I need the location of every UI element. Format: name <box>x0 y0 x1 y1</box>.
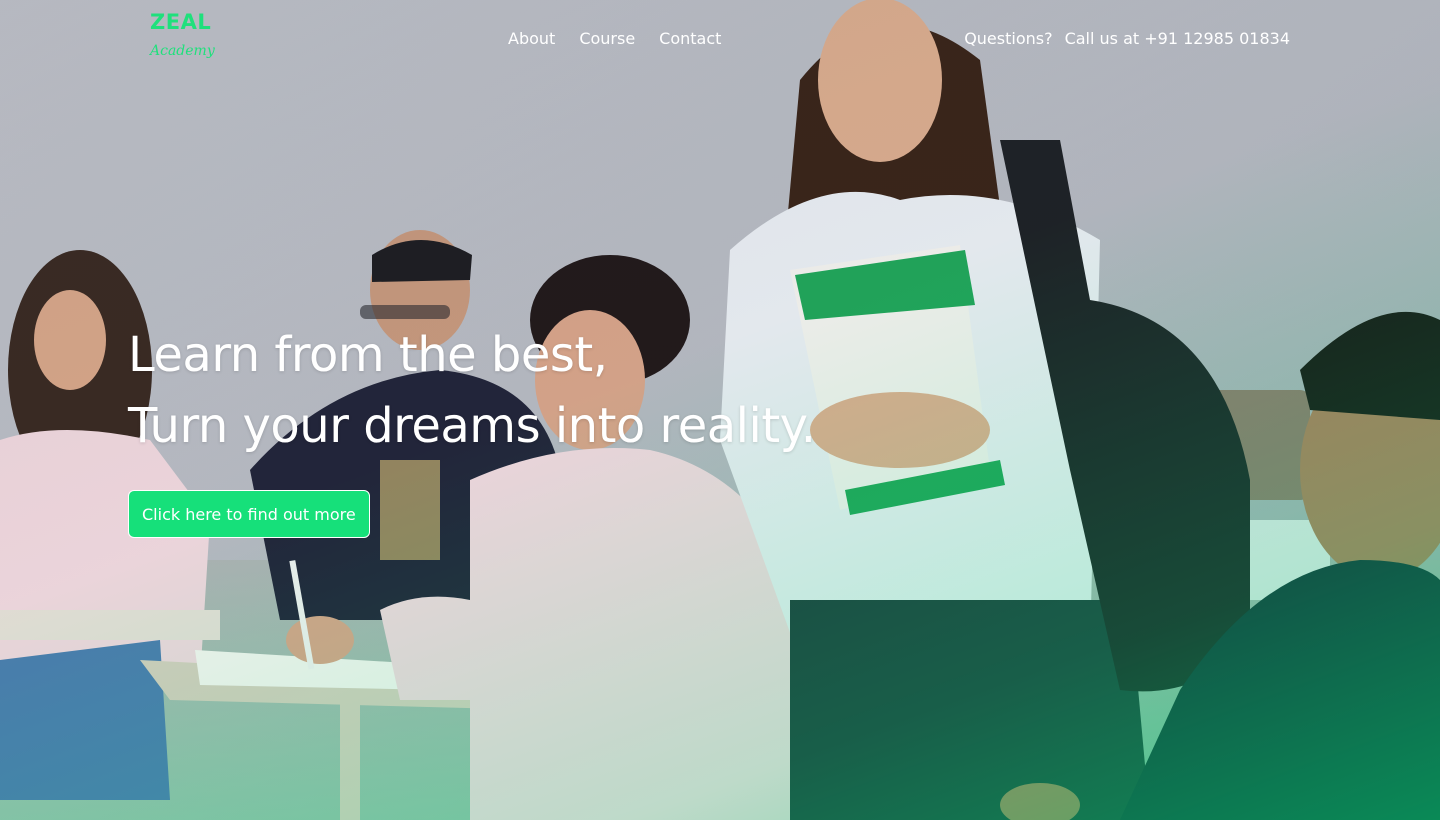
brand-name: ZEAL <box>150 10 212 34</box>
nav-contact[interactable]: Contact <box>659 29 721 48</box>
contact-info: Questions? Call us at +91 12985 01834 <box>964 29 1290 48</box>
phone-number[interactable]: Call us at +91 12985 01834 <box>1065 29 1290 48</box>
nav-about[interactable]: About <box>508 29 555 48</box>
hero-section: ZEAL Academy About Course Contact Questi… <box>0 0 1440 820</box>
hero-headline-line1: Learn from the best, <box>128 327 608 383</box>
hero-headline-line2: Turn your dreams into reality. <box>128 398 816 454</box>
main-nav: About Course Contact <box>508 29 721 48</box>
find-out-more-button[interactable]: Click here to find out more <box>128 490 370 538</box>
brand-logo[interactable]: ZEAL Academy <box>150 10 220 70</box>
questions-label: Questions? <box>964 29 1053 48</box>
hero-headline: Learn from the best, Turn your dreams in… <box>128 320 816 462</box>
nav-course[interactable]: Course <box>579 29 635 48</box>
brand-subtitle: Academy <box>150 43 215 59</box>
site-header: ZEAL Academy About Course Contact Questi… <box>0 0 1440 80</box>
